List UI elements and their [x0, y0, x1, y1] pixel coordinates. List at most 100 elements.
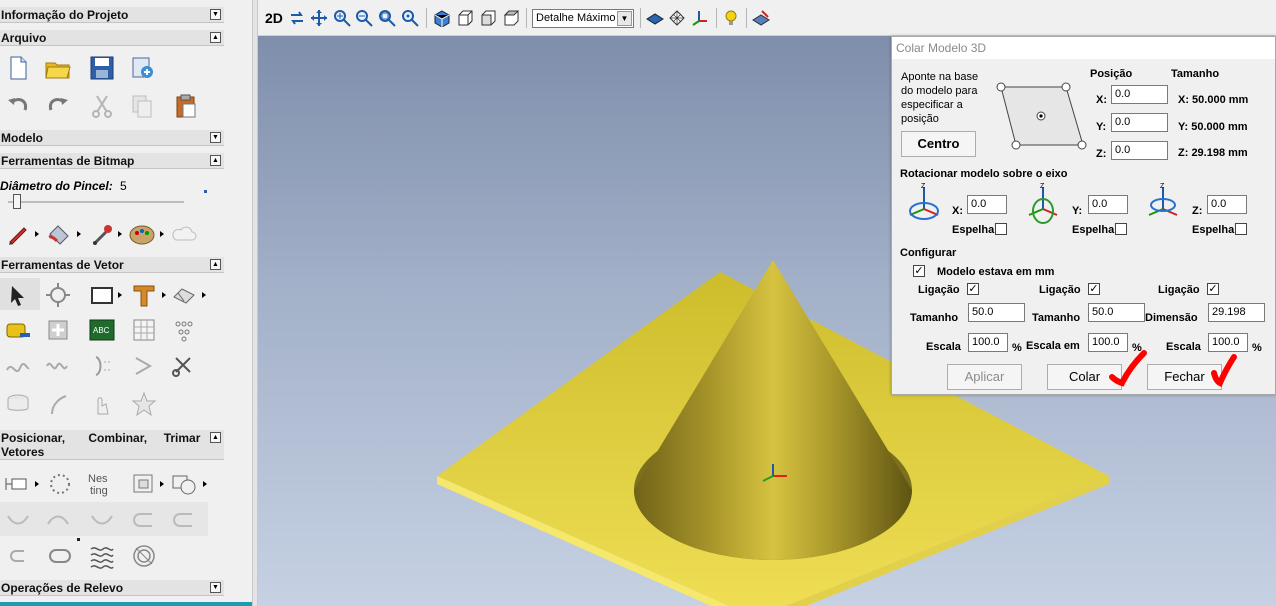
front-view-icon[interactable]	[456, 9, 474, 27]
dropdown-arrow-icon[interactable]	[118, 231, 122, 237]
text-tool-icon[interactable]	[130, 281, 158, 309]
dropdown-arrow-icon[interactable]	[160, 481, 164, 487]
link-z-checkbox[interactable]: ✓	[1207, 283, 1219, 295]
chevron-up-icon[interactable]: ▲	[210, 259, 221, 270]
mirror-y-checkbox[interactable]	[1115, 223, 1127, 235]
redo-icon[interactable]	[44, 92, 72, 120]
mirror-z-checkbox[interactable]	[1235, 223, 1247, 235]
section-relief-operations[interactable]: Operações de Relevo ▼	[0, 580, 224, 596]
measure-tape-icon[interactable]	[4, 316, 32, 344]
new-file-icon[interactable]	[4, 54, 32, 82]
section-model[interactable]: Modelo ▼	[0, 130, 224, 146]
mirror-x-checkbox[interactable]	[995, 223, 1007, 235]
brush-slider-track[interactable]	[8, 201, 184, 203]
grid-warp-icon[interactable]	[130, 316, 158, 344]
open-folder-icon[interactable]	[44, 54, 72, 82]
link-x-checkbox[interactable]: ✓	[967, 283, 979, 295]
top-view-icon[interactable]	[502, 9, 520, 27]
trim-curve-2-icon[interactable]	[44, 506, 72, 534]
pos-x-input[interactable]: 0.0	[1111, 85, 1168, 104]
cut-icon[interactable]	[88, 92, 116, 120]
chevron-up-icon[interactable]: ▲	[210, 155, 221, 166]
offset-icon[interactable]	[170, 281, 198, 309]
nesting-icon[interactable]: Nes ting	[88, 470, 116, 498]
center-button[interactable]: Centro	[901, 131, 976, 157]
detail-level-select[interactable]: Detalhe Máximo ▼	[532, 9, 634, 28]
dropdown-arrow-icon[interactable]	[35, 231, 39, 237]
chevron-down-icon[interactable]: ▼	[210, 132, 221, 143]
dim-y-input[interactable]: 50.0	[1088, 303, 1145, 322]
circle-dots-icon[interactable]	[46, 470, 74, 498]
text-layout-icon[interactable]: ABC	[88, 316, 116, 344]
shaded-plane-icon[interactable]	[646, 9, 664, 27]
trim-curve-3-icon[interactable]	[88, 506, 116, 534]
dropdown-arrow-icon[interactable]	[35, 481, 39, 487]
transform-icon[interactable]	[44, 281, 72, 309]
zoom-fit-icon[interactable]	[378, 9, 396, 27]
iso-view-icon[interactable]	[433, 9, 451, 27]
bracket-join-icon[interactable]	[88, 352, 116, 380]
hand-shape-icon[interactable]	[88, 390, 116, 418]
rot-z-input[interactable]: 0.0	[1207, 195, 1247, 214]
eyedropper-icon[interactable]	[88, 220, 116, 248]
pencil-icon[interactable]	[4, 220, 32, 248]
scale-z-input[interactable]: 100.0	[1208, 333, 1248, 352]
zoom-area-icon[interactable]	[401, 9, 419, 27]
copy-icon[interactable]	[128, 92, 156, 120]
curve-fit-icon[interactable]	[44, 390, 72, 418]
dropdown-arrow-icon[interactable]	[162, 292, 166, 298]
rotate-z-axis-icon[interactable]: Z	[1139, 181, 1187, 229]
rot-y-input[interactable]: 0.0	[1088, 195, 1128, 214]
node-edit-icon[interactable]	[44, 316, 72, 344]
light-bulb-icon[interactable]	[722, 9, 740, 27]
rotate-y-axis-icon[interactable]: Z	[1019, 181, 1067, 229]
dropdown-arrow-icon[interactable]	[203, 481, 207, 487]
array-copy-icon[interactable]	[170, 316, 198, 344]
import-icon[interactable]	[128, 54, 156, 82]
section-bitmap-tools[interactable]: Ferramentas de Bitmap ▲	[0, 153, 224, 169]
palette-icon[interactable]	[128, 220, 156, 248]
wave-curve-icon[interactable]	[44, 352, 72, 380]
group-icon[interactable]	[130, 470, 158, 498]
link-y-checkbox[interactable]: ✓	[1088, 283, 1100, 295]
dropdown-arrow-icon[interactable]	[77, 231, 81, 237]
dropdown-arrow-icon[interactable]	[160, 231, 164, 237]
zoom-in-icon[interactable]	[333, 9, 351, 27]
paste-icon[interactable]	[172, 92, 200, 120]
apply-button[interactable]: Aplicar	[947, 364, 1022, 390]
undo-icon[interactable]	[4, 92, 32, 120]
align-icon[interactable]	[4, 470, 32, 498]
weld-icon[interactable]	[4, 390, 32, 418]
rot-x-input[interactable]: 0.0	[967, 195, 1007, 214]
anchor-point-diagram[interactable]	[996, 81, 1088, 151]
rectangle-icon[interactable]	[88, 281, 116, 309]
view-2d-button[interactable]: 2D	[265, 10, 283, 26]
rotate-view-icon[interactable]	[288, 9, 306, 27]
pan-icon[interactable]	[310, 9, 328, 27]
star-icon[interactable]	[130, 390, 158, 418]
wire-plane-icon[interactable]	[668, 9, 686, 27]
chevron-down-icon[interactable]: ▼	[210, 582, 221, 593]
spiral-icon[interactable]	[130, 542, 158, 570]
scissors-icon[interactable]	[170, 352, 198, 380]
section-project-info[interactable]: Informação do Projeto ▼	[0, 7, 224, 23]
cloud-icon[interactable]	[170, 220, 198, 248]
open-shape-2-icon[interactable]	[170, 506, 198, 534]
section-vector-tools[interactable]: Ferramentas de Vetor ▲	[0, 257, 224, 273]
chevron-up-icon[interactable]: ▲	[210, 432, 221, 443]
dropdown-arrow-icon[interactable]	[118, 292, 122, 298]
boolean-union-icon[interactable]	[170, 470, 198, 498]
smooth-curve-icon[interactable]	[4, 352, 32, 380]
model-mm-checkbox[interactable]: ✓	[913, 265, 925, 277]
dim-z-input[interactable]: 29.198	[1208, 303, 1265, 322]
select-arrow-icon[interactable]	[4, 281, 32, 309]
axes-icon[interactable]	[691, 9, 709, 27]
hatch-wave-icon[interactable]	[88, 542, 116, 570]
save-icon[interactable]	[88, 54, 116, 82]
dialog-title-bar[interactable]: Colar Modelo 3D	[892, 37, 1275, 59]
material-icon[interactable]	[752, 9, 770, 27]
open-shape-icon[interactable]	[130, 506, 158, 534]
rotate-x-axis-icon[interactable]: Z	[900, 181, 948, 229]
section-file[interactable]: Arquivo ▲	[0, 30, 224, 46]
chevron-up-icon[interactable]: ▲	[210, 32, 221, 43]
